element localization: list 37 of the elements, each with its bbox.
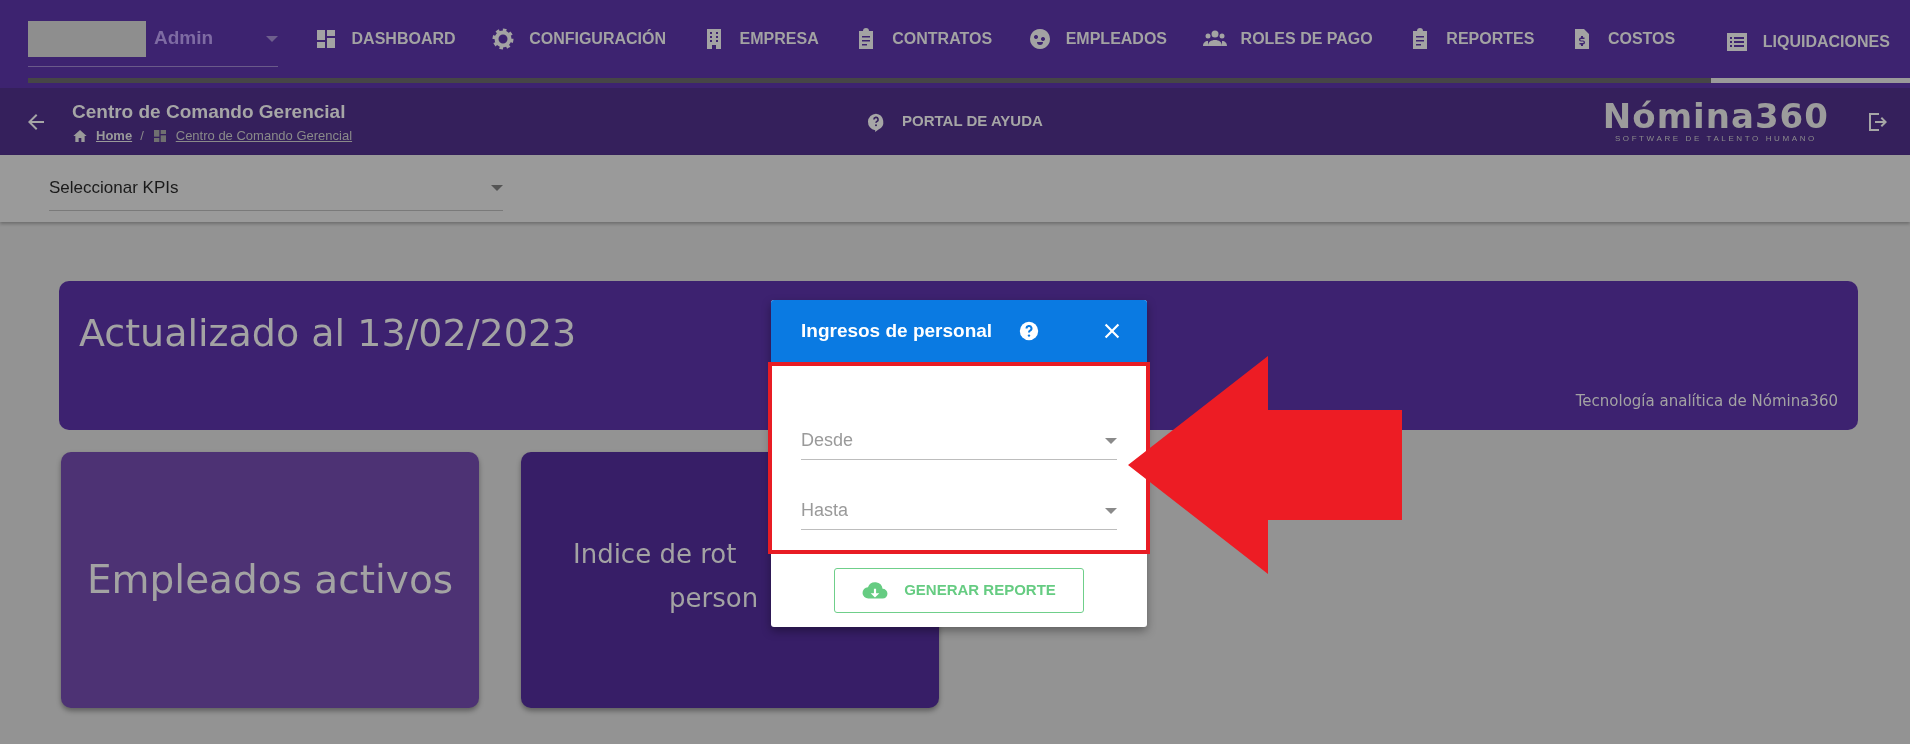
nav-tab[interactable]: DASHBOARD xyxy=(313,0,456,83)
face-icon xyxy=(1027,27,1052,51)
gear-icon xyxy=(491,27,516,51)
caret-icon xyxy=(491,185,503,191)
logo-tagline: SOFTWARE DE TALENTO HUMANO xyxy=(1613,132,1818,145)
dialog-title: Ingresos de personal xyxy=(801,318,993,343)
caret-icon xyxy=(1105,507,1117,514)
logo-text: Nómina360 xyxy=(1602,98,1829,133)
nav-tab[interactable]: ROLES DE PAGO xyxy=(1202,0,1373,83)
dashboard-icon xyxy=(151,127,168,144)
help-icon xyxy=(866,111,886,132)
kpi-card[interactable]: Empleados activos xyxy=(61,452,479,708)
banner-footer: Tecnología analítica de Nómina360 xyxy=(1575,389,1838,412)
nav-tab[interactable]: EMPLEADOS xyxy=(1027,0,1168,83)
nav-tab[interactable]: LIQUIDACIONES xyxy=(1710,0,1910,83)
card-title: Indice de rot xyxy=(573,538,737,571)
page-title: Centro de Comando Gerencial xyxy=(72,99,347,124)
nav-tab[interactable]: COSTOS xyxy=(1569,0,1676,83)
date-dropdown[interactable]: Desde xyxy=(801,422,1117,460)
card-title: person xyxy=(669,582,759,615)
caret-icon xyxy=(1105,437,1117,444)
nav-tab[interactable]: CONTRATOS xyxy=(854,0,993,83)
caret-icon xyxy=(266,35,278,42)
banner-title: Actualizado al 13/02/2023 xyxy=(79,310,577,357)
user-dropdown[interactable]: Admin xyxy=(28,11,278,67)
home-icon xyxy=(72,127,88,144)
breadcrumb-link[interactable]: Home xyxy=(96,126,133,146)
nav-tab[interactable]: REPORTES xyxy=(1408,0,1535,83)
breadcrumb-link[interactable]: Centro de Comando Gerencial xyxy=(175,126,353,146)
kpi-dropdown[interactable]: Seleccionar KPIs xyxy=(49,166,503,211)
nav-tab[interactable]: CONFIGURACIÓN xyxy=(491,0,666,83)
breadcrumb-separator: / xyxy=(140,127,144,145)
nav-tab[interactable]: EMPRESA xyxy=(701,0,819,83)
card-title: Empleados activos xyxy=(86,555,454,604)
help-portal-link[interactable]: PORTAL DE AYUDA xyxy=(902,110,1043,133)
date-dropdown[interactable]: Hasta xyxy=(801,492,1117,530)
help-icon[interactable] xyxy=(1018,320,1041,342)
